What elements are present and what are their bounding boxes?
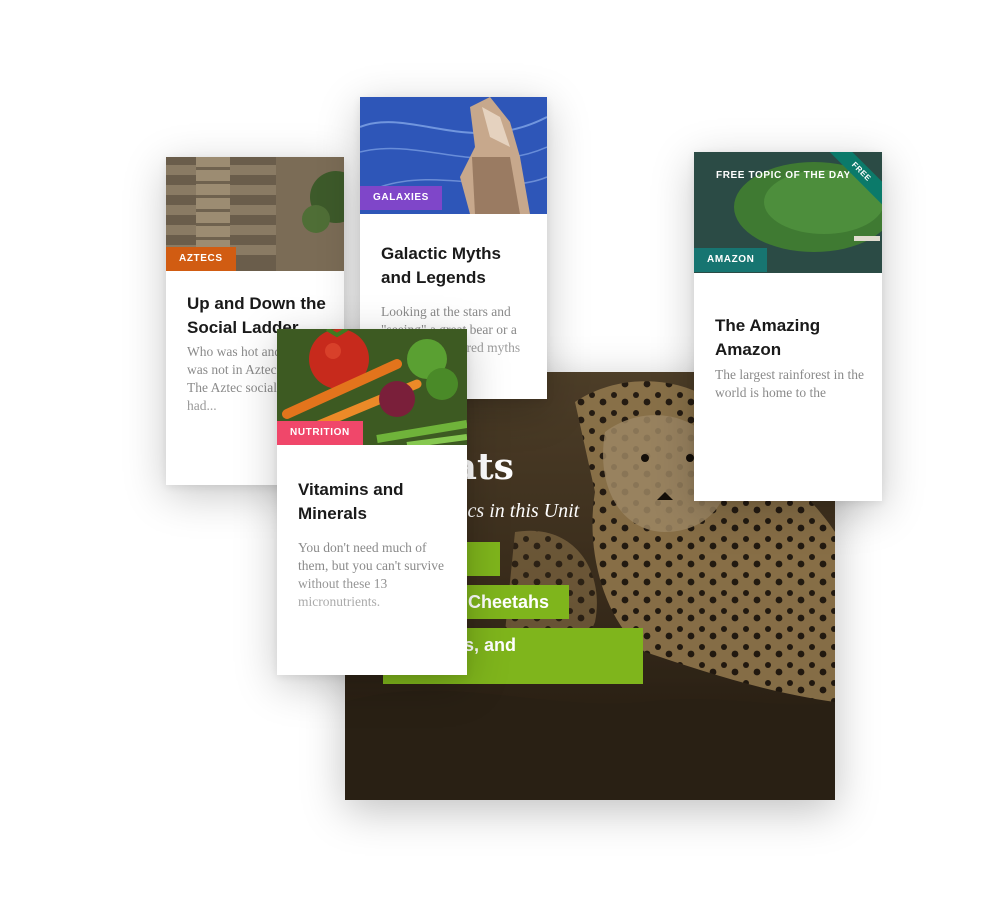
card-title: Galactic Myths and Legends [381, 244, 501, 287]
card-title: Vitamins and Minerals [298, 480, 404, 523]
card-nutrition[interactable]: Nutrition Vitamins and Minerals You don'… [277, 329, 467, 675]
category-tag: Galaxies [360, 186, 442, 210]
text-fade [277, 575, 467, 675]
card-amazon[interactable]: Free topic of the day FREE Amazon The Am… [694, 152, 882, 501]
card-title: The Amazing Amazon [715, 316, 821, 359]
category-tag: Nutrition [277, 421, 363, 445]
category-tag: Amazon [694, 248, 768, 272]
free-topic-label: Free topic of the day [716, 170, 851, 181]
card-description: The largest rainforest in the world is h… [715, 367, 864, 400]
category-tag: Aztecs [166, 247, 236, 271]
